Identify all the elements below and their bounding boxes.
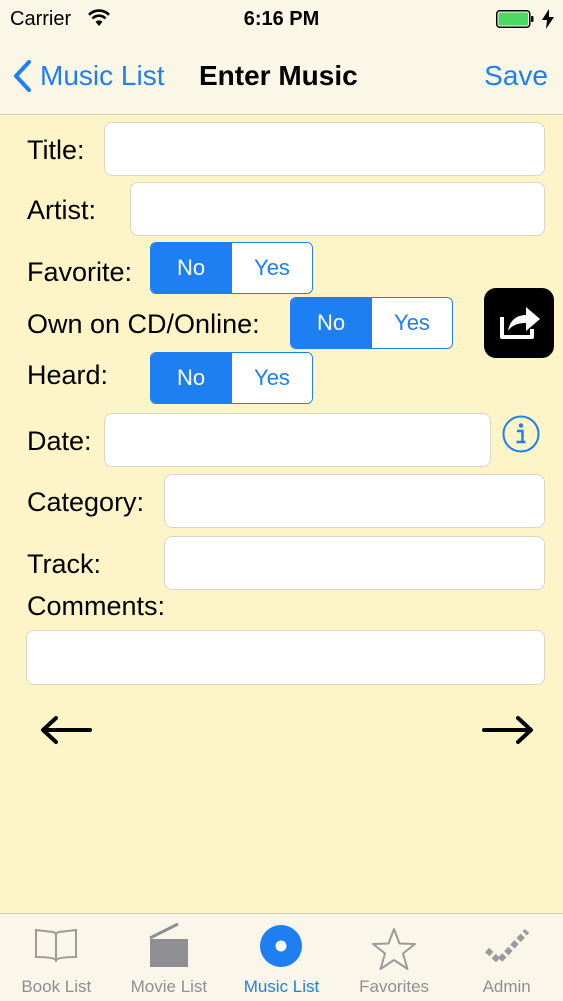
tab-movie-list[interactable]: Movie List <box>113 914 226 1001</box>
own-segmented-control: No Yes <box>290 297 453 349</box>
title-label: Title: <box>27 135 85 165</box>
track-input[interactable] <box>164 536 545 590</box>
comments-label: Comments: <box>27 591 166 621</box>
share-icon <box>500 307 540 339</box>
book-icon <box>35 928 78 962</box>
charging-bolt-icon <box>542 9 554 29</box>
category-label: Category: <box>27 487 145 517</box>
date-info-button[interactable] <box>501 414 541 459</box>
tab-label: Admin <box>482 977 531 996</box>
tab-admin[interactable]: Admin <box>450 914 563 1001</box>
checkmark-icon <box>484 928 529 966</box>
back-button-label: Music List <box>40 60 165 91</box>
tab-book-list[interactable]: Book List <box>0 914 113 1001</box>
tab-label: Book List <box>21 977 92 996</box>
chevron-left-icon <box>12 59 32 93</box>
tab-label: Movie List <box>130 977 208 996</box>
info-icon <box>502 415 540 453</box>
status-time: 6:16 PM <box>243 8 320 30</box>
status-bar: Carrier 6:16 PM <box>0 0 563 40</box>
arrow-left-icon <box>41 716 92 744</box>
heard-label: Heard: <box>27 360 109 390</box>
page-title: Enter Music <box>199 60 358 91</box>
tab-label: Music List <box>243 977 320 996</box>
comments-input[interactable] <box>26 630 545 685</box>
tab-bar: Book List Movie List Music List Favorite… <box>0 913 563 1001</box>
star-icon <box>372 928 417 970</box>
heard-segmented-control: No Yes <box>150 352 313 404</box>
back-button[interactable]: Music List <box>12 54 164 98</box>
previous-record-button[interactable] <box>38 712 94 753</box>
own-on-cd-online-label: Own on CD/Online: <box>27 309 260 339</box>
track-label: Track: <box>27 549 101 579</box>
tab-label: Favorites <box>359 977 430 996</box>
battery-icon <box>496 10 534 28</box>
arrow-right-icon <box>482 716 533 744</box>
artist-input[interactable] <box>130 182 545 236</box>
tab-favorites[interactable]: Favorites <box>338 914 451 1001</box>
artist-label: Artist: <box>27 195 97 225</box>
category-input[interactable] <box>164 474 545 528</box>
own-yes-option[interactable]: Yes <box>371 298 452 348</box>
share-button[interactable] <box>484 288 554 358</box>
heard-no-option[interactable]: No <box>151 353 231 403</box>
navigation-bar: Music List Enter Music Save <box>0 40 563 115</box>
disc-icon <box>260 925 303 967</box>
title-input[interactable] <box>104 122 545 176</box>
favorite-label: Favorite: <box>27 257 133 287</box>
tab-music-list[interactable]: Music List <box>225 914 338 1001</box>
favorite-yes-option[interactable]: Yes <box>231 243 312 293</box>
next-record-button[interactable] <box>480 712 536 753</box>
date-input[interactable] <box>104 413 491 467</box>
save-button[interactable]: Save <box>484 60 548 92</box>
clapperboard-icon <box>149 922 188 967</box>
heard-yes-option[interactable]: Yes <box>231 353 312 403</box>
date-label: Date: <box>27 426 92 456</box>
own-no-option[interactable]: No <box>291 298 371 348</box>
favorite-no-option[interactable]: No <box>151 243 231 293</box>
favorite-segmented-control: No Yes <box>150 242 313 294</box>
